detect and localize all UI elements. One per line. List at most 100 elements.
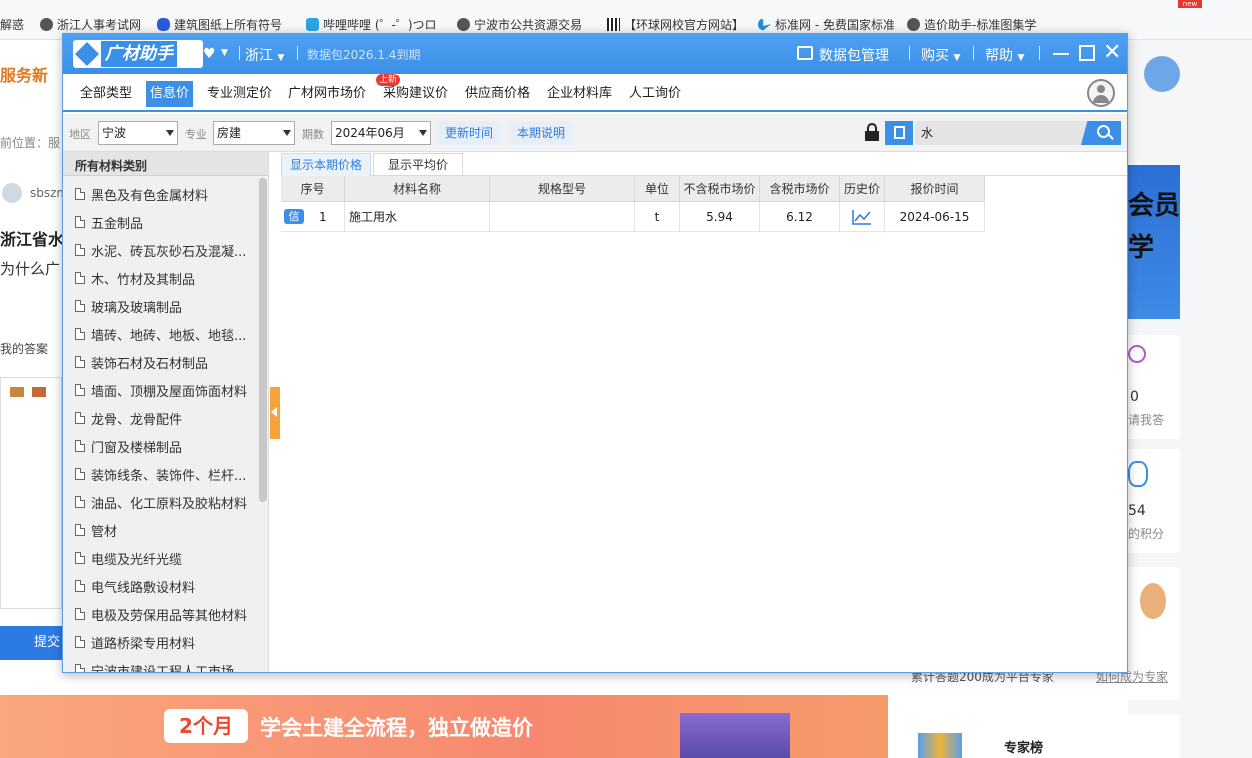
chart-icon[interactable] xyxy=(852,209,872,225)
bookmark-item[interactable]: 造价助手-标准图集学 xyxy=(907,15,1039,33)
lock-icon[interactable] xyxy=(865,123,879,141)
bookmark-item[interactable]: 建筑图纸上所有符号 xyxy=(157,15,292,33)
category-label: 黑色及有色金属材料 xyxy=(91,188,209,204)
title-bar[interactable]: 广材助手 ♥ ▼ 浙江 ▼ 数据包2026.1.4到期 数据包管理 购买 ▼ 帮… xyxy=(63,34,1127,74)
package-manage-button[interactable]: 数据包管理 xyxy=(819,45,889,65)
category-item[interactable]: 门窗及楼梯制品 xyxy=(75,436,182,456)
category-item[interactable]: 道路桥梁专用材料 xyxy=(75,632,195,652)
filter-bar: 地区 宁波 专业 房建 期数 2024年06月 更新时间 本期说明 水 xyxy=(63,114,1127,152)
region-label: 浙江 xyxy=(245,48,273,64)
unlock-icon[interactable] xyxy=(885,121,913,145)
period-select[interactable]: 2024年06月 xyxy=(331,121,431,145)
tab-current-price[interactable]: 显示本期价格 xyxy=(281,153,372,176)
tab-professional-price[interactable]: 专业测定价 xyxy=(203,81,276,107)
search-button[interactable] xyxy=(1081,121,1121,145)
tab-labor-inquiry[interactable]: 人工询价 xyxy=(625,81,685,107)
category-item[interactable]: 墙面、顶棚及屋面饰面材料 xyxy=(75,380,247,400)
chevron-down-icon[interactable]: ▼ xyxy=(221,48,228,58)
category-item[interactable]: 装饰线条、装饰件、栏杆... xyxy=(75,464,246,484)
bookmark-item[interactable]: 宁波市公共资源交易 xyxy=(457,15,593,33)
cell-history xyxy=(840,202,885,232)
update-time-button[interactable]: 更新时间 xyxy=(437,121,502,145)
globe-icon xyxy=(457,17,470,31)
logo-icon xyxy=(75,42,99,66)
minimize-icon[interactable] xyxy=(1053,53,1069,55)
tab-supplier-price[interactable]: 供应商价格 xyxy=(461,81,534,107)
bookmark-item[interactable]: 标准网 - 免费国家标准 xyxy=(758,15,894,33)
column-header-date[interactable]: 报价时间 xyxy=(885,176,985,202)
bookmark-item[interactable]: 哔哩哔哩 (゜-゜)つロ xyxy=(306,15,442,33)
category-item[interactable]: 黑色及有色金属材料 xyxy=(75,184,208,204)
bookmark-item[interactable]: 【环球网校官方网站】 xyxy=(607,15,747,33)
close-icon[interactable]: ✕ xyxy=(1103,40,1121,66)
coins-icon xyxy=(1128,461,1148,487)
category-label: 电缆及光纤光缆 xyxy=(91,552,183,568)
region-select[interactable]: 浙江 ▼ xyxy=(245,45,284,65)
category-item[interactable]: 玻璃及玻璃制品 xyxy=(75,296,182,316)
column-header-price-ex-tax[interactable]: 不含税市场价 xyxy=(680,176,760,202)
scrollbar-thumb[interactable] xyxy=(259,178,267,502)
user-avatar-icon[interactable] xyxy=(1087,79,1115,107)
bookmark-item[interactable]: 解惑 xyxy=(0,15,32,33)
document-icon xyxy=(75,552,85,564)
buy-menu[interactable]: 购买 ▼ xyxy=(921,45,960,65)
diamond-icon[interactable]: ♥ xyxy=(203,46,216,62)
stat-label: 请我答 xyxy=(1128,413,1165,427)
category-item[interactable]: 墙砖、地砖、地板、地毯... xyxy=(75,324,246,344)
column-header-name[interactable]: 材料名称 xyxy=(345,176,490,202)
price-table-area: 显示本期价格 显示平均价 序号 材料名称 规格型号 单位 不含税市场价 含税市场… xyxy=(281,152,1127,672)
category-item[interactable]: 电气线路敷设材料 xyxy=(75,576,195,596)
category-item[interactable]: 油品、化工原料及胶粘材料 xyxy=(75,492,247,512)
category-item[interactable]: 宁波市建设工程人工市场... xyxy=(75,660,246,672)
member-banner[interactable]: 会员 学 xyxy=(1128,165,1180,319)
image-icon[interactable] xyxy=(10,387,24,397)
promo-banner[interactable]: 2个月 学会土建全流程，独立做造价 xyxy=(0,695,888,758)
bookmark-label: 宁波市公共资源交易 xyxy=(474,17,583,32)
category-item[interactable]: 电极及劳保用品等其他材料 xyxy=(75,604,247,624)
package-icon[interactable] xyxy=(797,46,813,60)
maximize-icon[interactable] xyxy=(1079,45,1095,61)
category-item[interactable]: 五金制品 xyxy=(75,212,143,232)
category-item[interactable]: 管材 xyxy=(75,520,117,540)
collapse-sidebar-handle[interactable] xyxy=(270,387,280,439)
stat-value: 54 xyxy=(1128,503,1146,519)
document-icon xyxy=(75,384,85,396)
column-header-price-in-tax[interactable]: 含税市场价 xyxy=(760,176,840,202)
category-item[interactable]: 龙骨、龙骨配件 xyxy=(75,408,182,428)
globe-icon xyxy=(907,17,920,31)
area-select[interactable]: 宁波 xyxy=(98,121,178,145)
bookmark-label: 哔哩哔哩 (゜-゜)つロ xyxy=(323,17,437,32)
avatar xyxy=(2,183,22,203)
question-subtitle: 为什么广 xyxy=(0,260,61,278)
column-header-index[interactable]: 序号 xyxy=(281,176,345,202)
app-logo: 广材助手 xyxy=(73,40,203,68)
category-label: 墙面、顶棚及屋面饰面材料 xyxy=(91,384,248,400)
tab-info-price[interactable]: 信息价 xyxy=(146,81,194,107)
cell-index: 信 1 xyxy=(281,202,345,232)
category-item[interactable]: 电缆及光纤光缆 xyxy=(75,548,182,568)
column-header-history[interactable]: 历史价 xyxy=(840,176,885,202)
category-item[interactable]: 水泥、砖瓦灰砂石及混凝... xyxy=(75,240,246,260)
tab-enterprise-library[interactable]: 企业材料库 xyxy=(543,81,616,107)
help-menu[interactable]: 帮助 ▼ xyxy=(985,45,1024,65)
answer-editor[interactable] xyxy=(0,377,62,609)
category-item[interactable]: 装饰石材及石材制品 xyxy=(75,352,208,372)
picture-icon[interactable] xyxy=(32,387,46,397)
globe-icon xyxy=(40,17,53,31)
tab-average-price[interactable]: 显示平均价 xyxy=(373,153,464,176)
tab-all-types[interactable]: 全部类型 xyxy=(76,81,136,107)
period-note-button[interactable]: 本期说明 xyxy=(509,121,574,145)
column-header-unit[interactable]: 单位 xyxy=(635,176,680,202)
search-input[interactable]: 水 xyxy=(915,121,1087,145)
divider xyxy=(239,46,240,60)
category-item[interactable]: 木、竹材及其制品 xyxy=(75,268,195,288)
major-select[interactable]: 房建 xyxy=(213,121,295,145)
info-badge[interactable]: 信 xyxy=(284,209,304,224)
breadcrumb: 前位置：服 xyxy=(0,136,61,150)
document-icon xyxy=(75,244,85,256)
bookmark-item[interactable]: 浙江人事考试网 xyxy=(40,15,160,33)
stat-value: 0 xyxy=(1130,389,1139,405)
submit-button[interactable]: 提交 xyxy=(0,626,62,660)
tab-market-price[interactable]: 广材网市场价 xyxy=(284,81,370,107)
column-header-spec[interactable]: 规格型号 xyxy=(490,176,635,202)
